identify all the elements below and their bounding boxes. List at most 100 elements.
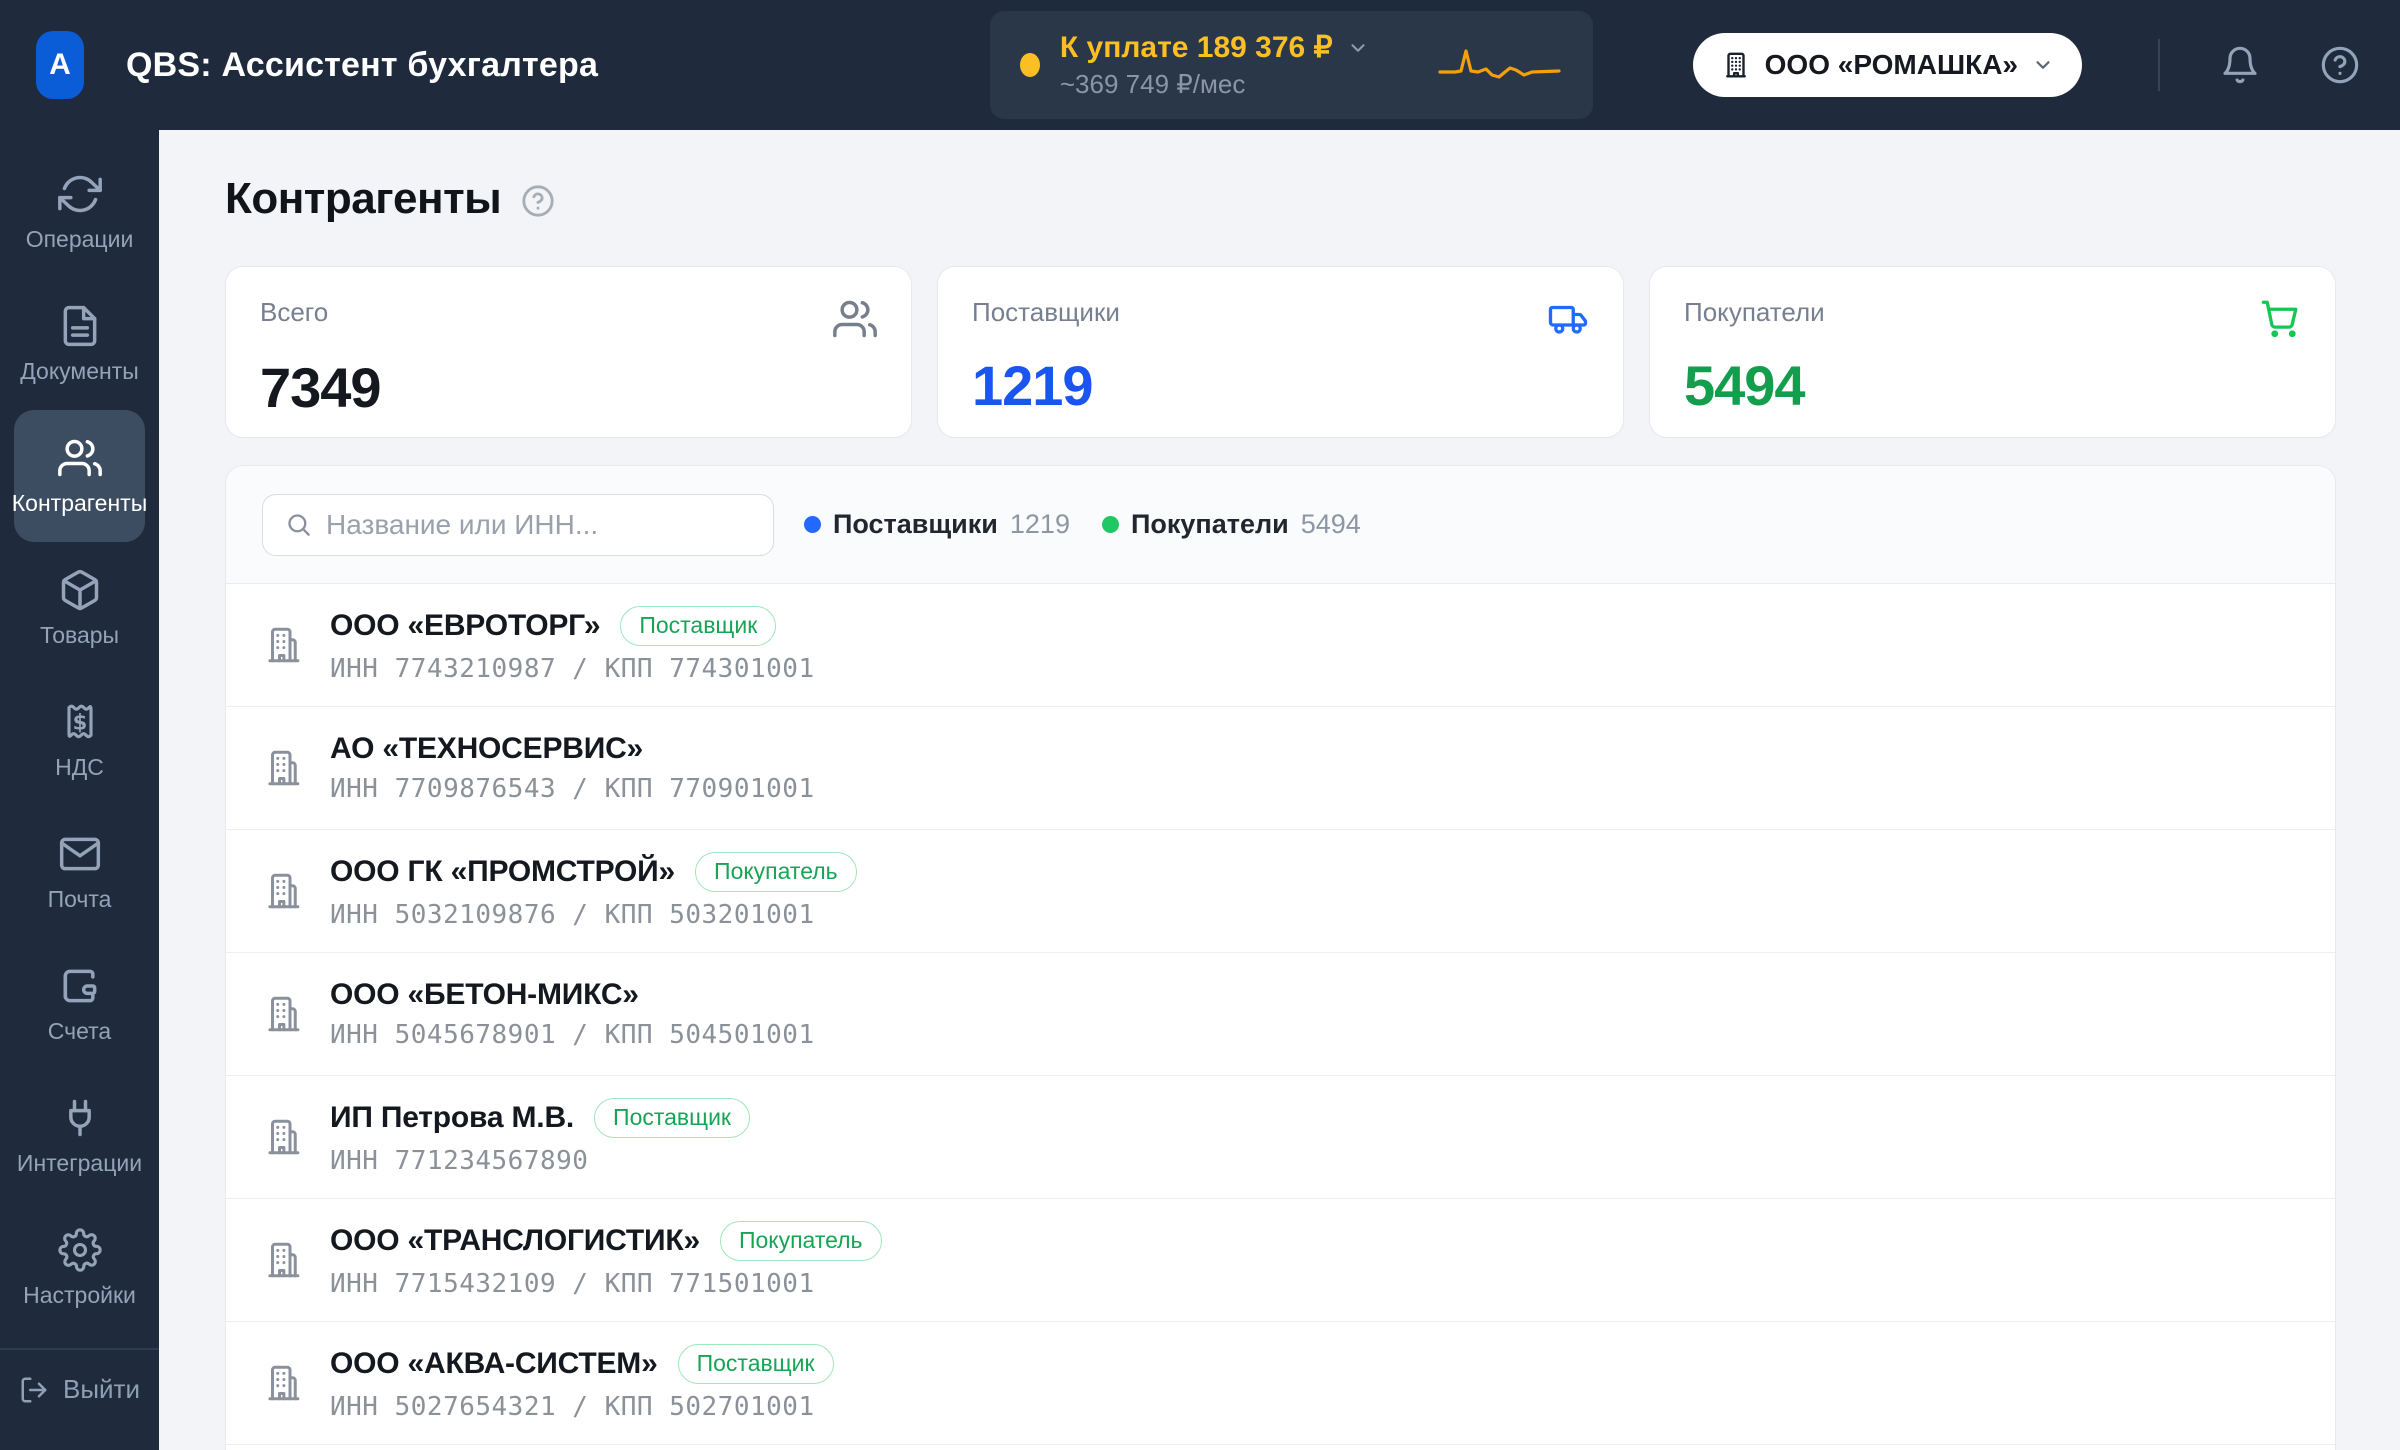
stat-card: Всего 7349 — [225, 266, 912, 438]
payment-sparkline — [1437, 42, 1563, 88]
counterparty-inn-kpp: ИНН 7715432109 / КПП 771501001 — [330, 1268, 815, 1299]
building-icon — [262, 1239, 304, 1281]
legend-label: Покупатели — [1130, 509, 1289, 539]
company-selector[interactable]: ООО «РОМАШКА» — [1692, 33, 2082, 97]
search-icon — [285, 511, 312, 538]
counterparty-row[interactable]: ООО ГК «ПРОМСТРОЙ» Покупатель ИНН 503210… — [226, 830, 2335, 953]
counterparty-inn-kpp: ИНН 7709876543 / КПП 770901001 — [330, 774, 815, 804]
legend-label: Поставщики — [833, 509, 998, 539]
chevron-down-icon — [1347, 37, 1369, 59]
counterparty-inn-kpp: ИНН 5032109876 / КПП 503201001 — [330, 899, 815, 930]
document-icon — [58, 304, 102, 348]
counterparty-type-badge: Покупатель — [695, 852, 857, 892]
stat-card: Покупатели 5494 — [1649, 266, 2336, 438]
topbar-divider — [2158, 39, 2160, 91]
counterparty-name: ООО «БЕТОН-МИКС» — [330, 978, 639, 1011]
users-icon — [833, 297, 877, 341]
stat-cards: Всего 7349 Поставщики 1219 Покупатели 54… — [225, 266, 2336, 438]
stat-card-label: Поставщики — [972, 297, 1120, 327]
sidebar-item-invoices[interactable]: Счета — [14, 938, 145, 1070]
counterparty-row[interactable]: АО «ТЕХНОСЕРВИС» ИНН 7709876543 / КПП 77… — [226, 707, 2335, 830]
mail-icon — [58, 832, 102, 876]
stat-card-value: 1219 — [972, 354, 1094, 417]
counterparty-name: АО «ТЕХНОСЕРВИС» — [330, 732, 644, 765]
building-icon — [1721, 50, 1751, 80]
logo-letter: A — [49, 48, 71, 81]
legend-count: 1219 — [1009, 509, 1070, 539]
building-icon — [262, 1362, 304, 1404]
counterparty-type-badge: Покупатель — [719, 1221, 882, 1261]
stat-card-label: Всего — [260, 297, 329, 327]
stat-card-value: 7349 — [260, 356, 382, 419]
plug-icon — [58, 1096, 102, 1140]
counterparty-type-badge: Поставщик — [677, 1344, 834, 1384]
search-input[interactable] — [326, 508, 751, 541]
legend-count: 5494 — [1300, 509, 1361, 539]
building-icon — [262, 870, 304, 912]
sidebar-nav: Операции Документы Контрагенты Товары $ … — [0, 146, 159, 1334]
sidebar-item-settings[interactable]: Настройки — [14, 1202, 145, 1334]
help-icon[interactable] — [2320, 45, 2360, 85]
counterparty-row[interactable]: ООО «БЕТОН-МИКС» ИНН 5045678901 / КПП 50… — [226, 953, 2335, 1076]
sidebar-item-goods[interactable]: Товары — [14, 542, 145, 674]
building-icon — [262, 1116, 304, 1158]
svg-text:$: $ — [72, 709, 87, 734]
counterparty-name: ООО ГК «ПРОМСТРОЙ» — [330, 854, 676, 888]
counterparties-panel: Поставщики 1219 Покупатели 5494 ООО «ЕВР… — [225, 465, 2336, 1450]
counterparty-name: ИП Петрова М.В. — [330, 1100, 575, 1134]
building-icon — [262, 993, 304, 1035]
sidebar-item-integrations[interactable]: Интеграции — [14, 1070, 145, 1202]
legend-item: Поставщики 1219 — [804, 509, 1070, 540]
users-icon — [57, 436, 102, 480]
payment-monthly-estimate: ~369 749 ₽/мес — [1059, 69, 1246, 99]
counterparty-row[interactable]: ООО «ЕВРОТОРГ» Поставщик ИНН 7743210987 … — [226, 584, 2335, 707]
counterparty-row[interactable]: ИП Петрова М.В. Поставщик ИНН 7712345678… — [226, 1076, 2335, 1199]
legend-item: Покупатели 5494 — [1101, 509, 1361, 540]
counterparties-list: ООО «ЕВРОТОРГ» Поставщик ИНН 7743210987 … — [226, 584, 2335, 1445]
counterparty-type-badge: Поставщик — [594, 1098, 750, 1138]
search-box[interactable] — [262, 493, 774, 556]
sidebar: Операции Документы Контрагенты Товары $ … — [0, 130, 159, 1450]
truck-icon — [1547, 297, 1589, 339]
sidebar-item-operations[interactable]: Операции — [14, 146, 145, 278]
stat-card-label: Покупатели — [1684, 297, 1825, 327]
stat-card: Поставщики 1219 — [937, 266, 1624, 438]
chevron-down-icon — [2032, 54, 2054, 76]
counterparty-name: ООО «АКВА-СИСТЕМ» — [330, 1346, 658, 1380]
sidebar-divider — [0, 1348, 159, 1350]
gear-icon — [57, 1227, 102, 1272]
sidebar-item-documents[interactable]: Документы — [14, 278, 145, 410]
stat-card-value: 5494 — [1684, 354, 1806, 417]
topbar: A QBS: Ассистент бухгалтера К уплате 189… — [0, 0, 2400, 130]
counterparty-row[interactable]: ООО «АКВА-СИСТЕМ» Поставщик ИНН 50276543… — [226, 1322, 2335, 1445]
payment-status-dot — [1019, 53, 1040, 77]
main-content: Контрагенты Всего 7349 Поставщики 1219 П… — [159, 130, 2400, 1450]
logout-icon — [19, 1375, 49, 1405]
wallet-icon — [58, 964, 102, 1008]
cart-icon — [2259, 297, 2301, 339]
counterparty-name: ООО «ЕВРОТОРГ» — [330, 608, 601, 642]
app-title: QBS: Ассистент бухгалтера — [126, 45, 599, 84]
page-help-icon[interactable] — [521, 184, 555, 218]
legend-dot — [804, 516, 821, 533]
building-icon — [262, 747, 304, 789]
counterparty-inn-kpp: ИНН 771234567890 — [330, 1145, 589, 1176]
counterparty-row[interactable]: ООО «ТРАНСЛОГИСТИК» Покупатель ИНН 77154… — [226, 1199, 2335, 1322]
logout-label: Выйти — [63, 1374, 140, 1404]
vat-stamp-icon: $ — [58, 700, 102, 744]
counterparty-type-badge: Поставщик — [620, 606, 777, 646]
panel-header: Поставщики 1219 Покупатели 5494 — [226, 466, 2335, 584]
payment-widget[interactable]: К уплате 189 376 ₽ ~369 749 ₽/мес — [989, 11, 1593, 119]
counterparty-inn-kpp: ИНН 5027654321 / КПП 502701001 — [330, 1391, 815, 1422]
counterparty-name: ООО «ТРАНСЛОГИСТИК» — [330, 1223, 700, 1257]
sidebar-item-vat[interactable]: $ НДС — [14, 674, 145, 806]
notifications-bell-icon[interactable] — [2220, 45, 2260, 85]
building-icon — [262, 624, 304, 666]
sidebar-item-mail[interactable]: Почта — [14, 806, 145, 938]
logout-button[interactable]: Выйти — [0, 1374, 159, 1405]
sidebar-item-counterparties[interactable]: Контрагенты — [12, 410, 147, 542]
legend: Поставщики 1219 Покупатели 5494 — [804, 509, 1361, 540]
app-logo: A — [36, 31, 84, 99]
legend-dot — [1101, 516, 1119, 533]
payment-amount-label: К уплате 189 376 ₽ — [1059, 31, 1333, 64]
